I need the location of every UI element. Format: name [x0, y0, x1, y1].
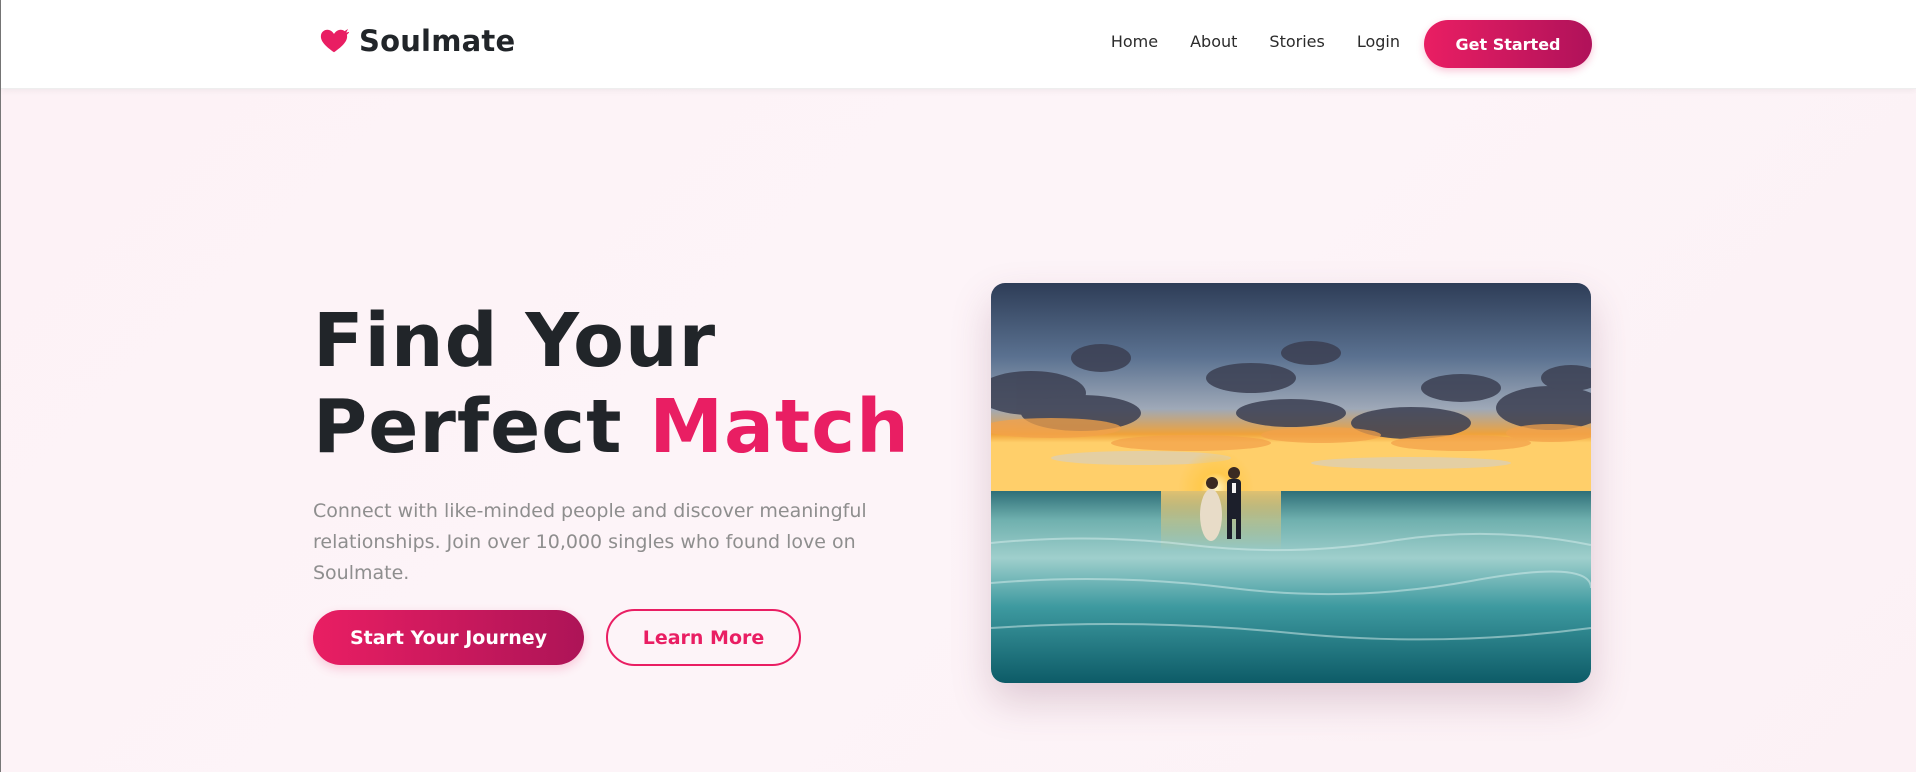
nav-menu: Home About Stories Login Get Started [1111, 0, 1592, 88]
learn-more-button[interactable]: Learn More [606, 609, 801, 666]
hero-title-line2: Perfect [313, 384, 650, 470]
brand-name: Soulmate [359, 24, 516, 58]
hero-title-accent: Match [649, 384, 910, 470]
hero-image [991, 283, 1591, 683]
nav-link-login[interactable]: Login [1357, 32, 1400, 51]
nav-link-stories[interactable]: Stories [1269, 32, 1324, 51]
hero-title: Find Your Perfect Match [313, 298, 913, 470]
hero-subtitle: Connect with like-minded people and disc… [313, 500, 867, 584]
hero-title-line1: Find Your [313, 298, 717, 384]
heart-wing-icon [320, 28, 349, 53]
hero-buttons: Start Your Journey Learn More [313, 609, 801, 666]
beach-sunset-photo [991, 283, 1591, 683]
top-navbar: Soulmate Home About Stories Login Get St… [1, 0, 1916, 89]
nav-link-home[interactable]: Home [1111, 32, 1158, 51]
nav-link-about[interactable]: About [1190, 32, 1237, 51]
brand-logo[interactable]: Soulmate [319, 24, 515, 58]
hero-text: Find Your Perfect Match Connect with lik… [313, 298, 913, 589]
get-started-button[interactable]: Get Started [1424, 20, 1592, 68]
start-journey-button[interactable]: Start Your Journey [313, 610, 584, 665]
